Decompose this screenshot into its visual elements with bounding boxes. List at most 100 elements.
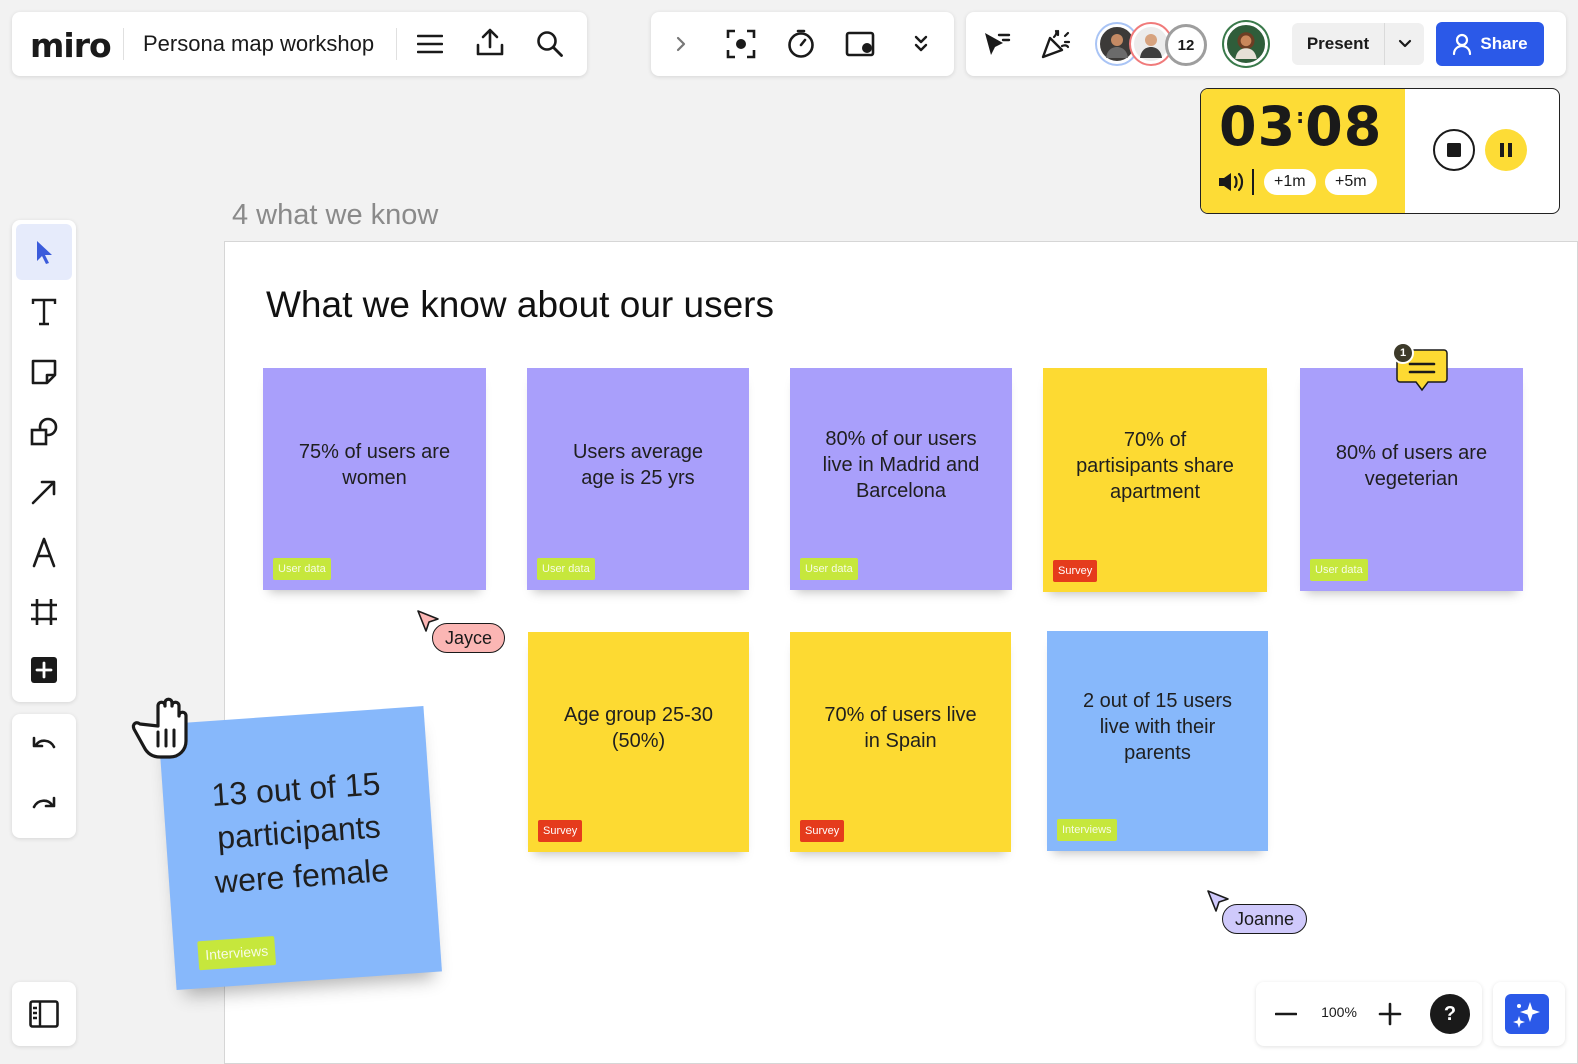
search-button[interactable] — [530, 24, 570, 64]
party-popper-icon — [1041, 29, 1071, 59]
sticky-note[interactable]: 75% of users are women User data — [263, 368, 486, 590]
cursor-toggle-button[interactable] — [976, 24, 1016, 64]
frame-heading[interactable]: What we know about our users — [266, 284, 774, 326]
sticky-tag[interactable]: User data — [273, 557, 331, 580]
attention-button[interactable] — [721, 24, 761, 64]
volume-icon — [1219, 172, 1244, 192]
frame-label[interactable]: 4 what we know — [232, 199, 438, 232]
present-button-group: Present — [1292, 23, 1424, 65]
sticky-note[interactable]: 80% of users are vegeterian User data — [1300, 368, 1523, 591]
sticky-tag[interactable]: User data — [800, 557, 858, 580]
sticky-note[interactable]: Age group 25-30 (50%) Survey — [528, 632, 749, 852]
pause-timer-button[interactable] — [1485, 129, 1527, 171]
sticky-tag[interactable]: Survey — [800, 819, 845, 842]
upload-icon — [476, 28, 504, 56]
sticky-note-tool[interactable] — [24, 352, 64, 392]
sticky-note-text: 13 out of 15 participants were female — [210, 765, 391, 900]
current-user-avatar[interactable] — [1224, 22, 1268, 66]
redo-button[interactable] — [24, 786, 64, 826]
sticky-tag[interactable]: Survey — [538, 819, 583, 842]
minus-icon — [1275, 1012, 1297, 1016]
sticky-note[interactable]: Users average age is 25 yrs User data — [527, 368, 749, 590]
shapes-tool[interactable] — [24, 412, 64, 452]
timer-minutes: 03 — [1219, 95, 1297, 158]
stop-timer-button[interactable] — [1433, 129, 1475, 171]
chevron-right-icon — [676, 36, 686, 52]
zoom-level[interactable]: 100% — [1314, 1004, 1364, 1020]
sparkles-icon — [1513, 1002, 1540, 1028]
comment-count-badge: 1 — [1392, 342, 1414, 364]
grab-hand-icon — [131, 697, 188, 759]
text-tool[interactable] — [24, 292, 64, 332]
person-avatar-icon — [1106, 34, 1128, 58]
add-one-minute-button[interactable]: +1m — [1264, 169, 1316, 195]
share-button[interactable]: Share — [1436, 22, 1544, 66]
timer-button[interactable] — [781, 24, 821, 64]
person-avatar-icon — [1140, 34, 1162, 58]
cursor-filter-icon — [985, 33, 1011, 55]
sticky-tag[interactable]: Interviews — [1057, 818, 1117, 841]
sticky-note[interactable]: 2 out of 15 users live with their parent… — [1047, 631, 1268, 851]
video-chat-button[interactable] — [841, 24, 881, 64]
zoom-in-button[interactable] — [1370, 994, 1410, 1034]
stopwatch-icon — [788, 29, 814, 58]
history-toolbar — [12, 714, 76, 838]
sticky-note-text: 80% of our users live in Madrid and Barc… — [822, 428, 980, 502]
sidebar-icon — [29, 1000, 59, 1028]
sticky-note[interactable]: 70% of users live in Spain Survey — [790, 632, 1011, 852]
cursor-label-joanne: Joanne — [1222, 904, 1308, 934]
user-icon — [1453, 33, 1472, 55]
add-five-minutes-button[interactable]: +5m — [1325, 169, 1377, 195]
sticky-tag[interactable]: Survey — [1053, 559, 1098, 582]
sticky-note-text: 70% of users live in Spain — [824, 704, 977, 752]
divider — [1252, 169, 1254, 195]
session-panel: 12 Present Share — [966, 12, 1566, 76]
present-options-button[interactable] — [1384, 23, 1424, 65]
plus-icon — [1378, 1002, 1402, 1026]
zoom-out-button[interactable] — [1266, 994, 1306, 1034]
more-collaborators-count[interactable]: 12 — [1165, 24, 1207, 66]
select-tool[interactable] — [16, 224, 72, 280]
board-title[interactable]: Persona map workshop — [143, 31, 374, 57]
export-button[interactable] — [470, 22, 510, 62]
collaboration-tools-panel — [651, 12, 954, 76]
comment-thread[interactable]: 1 — [1390, 340, 1448, 396]
timer-sound-button[interactable] — [1217, 171, 1245, 198]
sticky-note-text: 2 out of 15 users live with their parent… — [1083, 690, 1232, 764]
frame-tool[interactable] — [24, 592, 64, 632]
hamburger-icon — [417, 34, 443, 54]
miro-logo[interactable]: miro — [30, 26, 112, 65]
ai-assist-button[interactable] — [1505, 994, 1549, 1034]
sticky-tag[interactable]: User data — [537, 557, 595, 580]
arrow-icon — [31, 480, 56, 505]
sticky-note-text: 80% of users are vegeterian — [1335, 441, 1488, 490]
sticky-note[interactable]: 80% of our users live in Madrid and Barc… — [790, 368, 1012, 590]
share-label: Share — [1480, 34, 1528, 53]
divider — [396, 28, 397, 60]
dragged-sticky-note[interactable]: 13 out of 15 participants were female In… — [158, 706, 442, 990]
help-button[interactable]: ? — [1430, 994, 1470, 1034]
more-tools-button[interactable] — [901, 24, 941, 64]
toggle-sidebar-button[interactable] — [24, 994, 64, 1034]
sticky-note-text: 70% of partisipants share apartment — [1076, 429, 1234, 503]
assistant-panel — [1493, 982, 1565, 1046]
connection-line-tool[interactable] — [24, 472, 64, 512]
reactions-button[interactable] — [1036, 24, 1076, 64]
screen-share-icon — [845, 31, 875, 57]
undo-button[interactable] — [24, 726, 64, 766]
cursor-label-jayce: Jayce — [432, 623, 506, 653]
sticky-tag[interactable]: Interviews — [197, 936, 277, 971]
sticky-note[interactable]: 70% of partisipants share apartment Surv… — [1043, 368, 1267, 592]
collaborator-count: 12 — [1177, 36, 1195, 54]
sticky-tag[interactable]: User data — [1310, 558, 1368, 581]
frame-icon — [31, 599, 57, 625]
shapes-icon — [30, 417, 58, 446]
menu-button[interactable] — [410, 24, 450, 64]
timer-widget: 03:08 +1m +5m — [1200, 88, 1560, 214]
more-apps-button[interactable] — [24, 650, 64, 690]
pause-icon — [1500, 143, 1512, 157]
pen-tool[interactable] — [24, 532, 64, 572]
expand-toolbar-button[interactable] — [661, 24, 701, 64]
present-button[interactable]: Present — [1292, 34, 1384, 54]
zoom-controls: 100% ? — [1256, 982, 1482, 1046]
